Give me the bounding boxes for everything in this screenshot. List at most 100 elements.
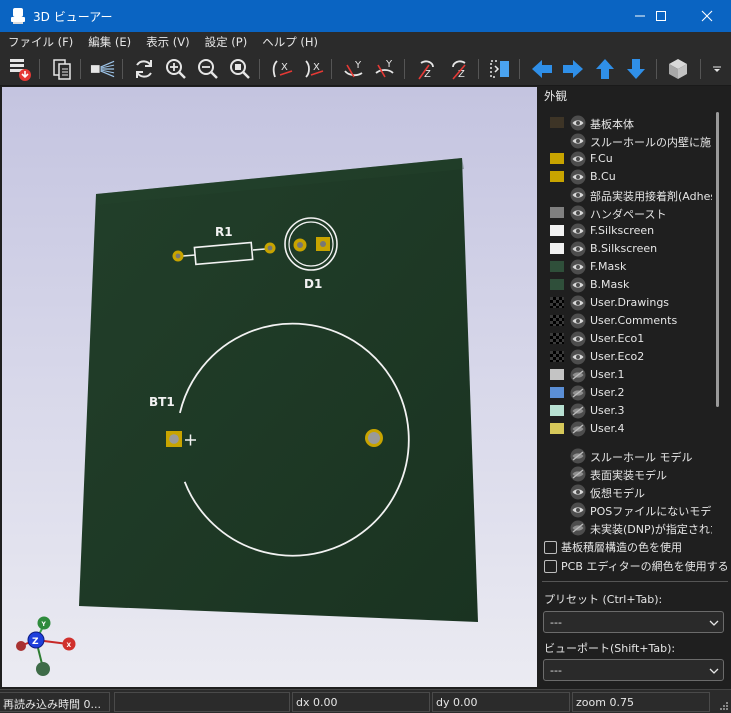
close-button[interactable] (684, 0, 730, 32)
eye-hidden-icon[interactable] (570, 385, 586, 401)
layer-row[interactable]: User.Comments (541, 312, 713, 330)
rotate-z-cw-button[interactable]: Z (413, 55, 440, 82)
layer-color-swatch[interactable] (550, 153, 564, 164)
zoom-fit-button[interactable] (226, 55, 253, 82)
eye-icon[interactable] (570, 259, 586, 275)
copy-clipboard-button[interactable] (48, 55, 75, 82)
layer-color-swatch[interactable] (550, 261, 564, 272)
model-row[interactable]: スルーホール モデル (541, 447, 713, 465)
eye-icon[interactable] (570, 295, 586, 311)
layer-row[interactable]: User.2 (541, 384, 713, 402)
eye-icon[interactable] (570, 313, 586, 329)
eye-icon[interactable] (570, 187, 586, 203)
layer-row[interactable]: User.4 (541, 420, 713, 438)
raytrace-button[interactable] (89, 55, 116, 82)
layer-color-swatch[interactable] (550, 333, 564, 344)
eye-icon[interactable] (570, 241, 586, 257)
eye-icon[interactable] (570, 151, 586, 167)
layer-color-swatch[interactable] (550, 207, 564, 218)
eye-icon[interactable] (570, 331, 586, 347)
pan-left-button[interactable] (528, 55, 555, 82)
layer-row[interactable]: F.Silkscreen (541, 222, 713, 240)
eye-icon[interactable] (570, 502, 586, 518)
eye-hidden-icon[interactable] (570, 520, 586, 536)
reload-button[interactable] (130, 55, 157, 82)
export-image-button[interactable] (6, 55, 33, 82)
layer-row[interactable]: User.3 (541, 402, 713, 420)
pcb-editor-colors-checkbox-row[interactable]: PCB エディターの網色を使用する (544, 558, 730, 574)
zoom-out-button[interactable] (194, 55, 221, 82)
layer-color-swatch[interactable] (550, 315, 564, 326)
menu-view[interactable]: 表示 (V) (138, 32, 197, 51)
eye-icon[interactable] (570, 223, 586, 239)
menu-edit[interactable]: 編集 (E) (80, 32, 138, 51)
maximize-button[interactable] (638, 0, 684, 32)
eye-icon[interactable] (570, 277, 586, 293)
layer-color-swatch[interactable] (550, 171, 564, 182)
pan-up-button[interactable] (591, 55, 618, 82)
layer-row[interactable]: F.Mask (541, 258, 713, 276)
eye-icon[interactable] (570, 133, 586, 149)
layer-row[interactable]: User.Drawings (541, 294, 713, 312)
preset-dropdown[interactable]: --- (543, 611, 724, 633)
layer-row[interactable]: 基板本体 (541, 114, 713, 132)
eye-icon[interactable] (570, 484, 586, 500)
rotate-x-ccw-button[interactable]: X (299, 55, 326, 82)
layer-color-swatch[interactable] (550, 351, 564, 362)
toolbar-overflow-button[interactable] (708, 55, 726, 82)
model-row[interactable]: POSファイルにないモデル (541, 501, 713, 519)
eye-icon[interactable] (570, 115, 586, 131)
stackup-color-checkbox-row[interactable]: 基板積層構造の色を使用 (544, 539, 730, 555)
viewport-dropdown[interactable]: --- (543, 659, 724, 681)
layer-row[interactable]: User.1 (541, 366, 713, 384)
model-label: 表面実装モデル (590, 469, 667, 482)
resize-grip-icon[interactable] (719, 701, 729, 711)
3d-canvas[interactable]: R1 D1 BT1 Z Y X (2, 87, 537, 687)
layer-color-swatch[interactable] (550, 297, 564, 308)
rotate-y-cw-button[interactable]: Y (340, 55, 367, 82)
pcb-editor-colors-checkbox[interactable] (544, 559, 557, 573)
layer-color-swatch[interactable] (550, 387, 564, 398)
layer-color-swatch[interactable] (550, 423, 564, 434)
eye-hidden-icon[interactable] (570, 403, 586, 419)
layer-color-swatch[interactable] (550, 405, 564, 416)
stackup-color-checkbox[interactable] (544, 540, 557, 554)
eye-hidden-icon[interactable] (570, 448, 586, 464)
layer-row[interactable]: 部品実装用接着剤(Adhesive) (541, 186, 713, 204)
layer-color-swatch[interactable] (550, 117, 564, 128)
eye-icon[interactable] (570, 169, 586, 185)
eye-icon[interactable] (570, 349, 586, 365)
layer-row[interactable]: User.Eco2 (541, 348, 713, 366)
menu-file[interactable]: ファイル (F) (0, 32, 80, 51)
layer-list[interactable]: 基板本体スルーホールの内壁に施され F.Cu B.Cu 部品実装用接着剤(Adhesi… (541, 112, 713, 560)
layer-list-scrollbar[interactable] (715, 112, 721, 560)
layer-row[interactable]: B.Mask (541, 276, 713, 294)
rotate-y-ccw-button[interactable]: Y (371, 55, 398, 82)
layer-row[interactable]: ハンダペースト (541, 204, 713, 222)
model-row[interactable]: 仮想モデル (541, 483, 713, 501)
layer-color-swatch[interactable] (550, 243, 564, 254)
layer-row[interactable]: B.Cu (541, 168, 713, 186)
zoom-in-button[interactable] (162, 55, 189, 82)
layer-row[interactable]: F.Cu (541, 150, 713, 168)
eye-hidden-icon[interactable] (570, 367, 586, 383)
ortho-view-button[interactable] (664, 55, 691, 82)
rotate-z-ccw-button[interactable]: Z (445, 55, 472, 82)
layer-color-swatch[interactable] (550, 225, 564, 236)
eye-hidden-icon[interactable] (570, 421, 586, 437)
pan-down-button[interactable] (622, 55, 649, 82)
menu-preferences[interactable]: 設定 (P) (197, 32, 255, 51)
flip-board-button[interactable] (486, 55, 513, 82)
model-row[interactable]: 表面実装モデル (541, 465, 713, 483)
layer-row[interactable]: B.Silkscreen (541, 240, 713, 258)
eye-icon[interactable] (570, 205, 586, 221)
layer-row[interactable]: スルーホールの内壁に施され (541, 132, 713, 150)
layer-color-swatch[interactable] (550, 369, 564, 380)
menu-help[interactable]: ヘルプ (H) (254, 32, 325, 51)
model-row[interactable]: 未実装(DNP)が指定された (541, 519, 713, 537)
layer-color-swatch[interactable] (550, 279, 564, 290)
rotate-x-cw-button[interactable]: X (268, 55, 295, 82)
layer-row[interactable]: User.Eco1 (541, 330, 713, 348)
eye-hidden-icon[interactable] (570, 466, 586, 482)
pan-right-button[interactable] (559, 55, 586, 82)
